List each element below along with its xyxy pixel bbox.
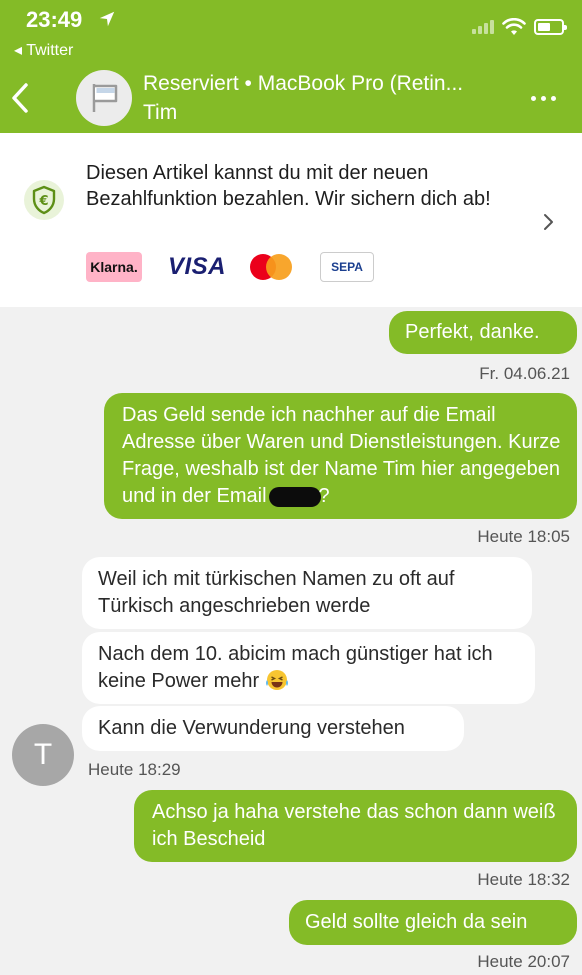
message-sent[interactable]: Perfekt, danke. [389, 311, 577, 354]
sepa-logo: SEPA [320, 252, 375, 282]
signal-icon [472, 20, 494, 34]
message-sent[interactable]: Achso ja haha verstehe das schon dann we… [134, 790, 577, 862]
conversation-title[interactable]: Reserviert • MacBook Pro (Retin... [143, 72, 463, 96]
message-time: Heute 20:07 [477, 952, 570, 971]
chevron-right-icon[interactable] [542, 212, 556, 232]
mastercard-logo [250, 253, 294, 281]
visa-logo: VISA [168, 253, 227, 280]
back-to-app-link[interactable]: ◂ Twitter [14, 40, 73, 60]
redacted-mark [268, 486, 321, 507]
message-sent[interactable]: Geld sollte gleich da sein [289, 900, 577, 945]
wifi-icon [502, 18, 526, 35]
chat-header: 23:49 ◂ Twitter Reserviert • MacBook Pro… [0, 0, 582, 133]
more-icon[interactable] [531, 96, 556, 101]
message-text: Weil ich mit türkischen Namen zu oft auf… [98, 568, 455, 617]
back-chevron-icon[interactable] [8, 80, 34, 116]
message-text-end: ? [318, 485, 330, 507]
message-received[interactable]: Weil ich mit türkischen Namen zu oft auf… [82, 557, 532, 629]
svg-text:€: € [38, 194, 48, 209]
message-time: Heute 18:05 [477, 527, 570, 546]
message-date: Fr. 04.06.21 [479, 364, 570, 383]
battery-icon [534, 19, 567, 35]
klarna-logo: Klarna. [86, 252, 142, 282]
conversation-partner-name: Tim [143, 101, 178, 124]
status-indicators [472, 18, 567, 36]
message-sent[interactable]: Das Geld sende ich nachher auf die Email… [104, 393, 577, 519]
message-received[interactable]: Kann die Verwunderung verstehen [82, 706, 464, 751]
message-time: Heute 18:32 [477, 870, 570, 889]
laughing-emoji-icon [265, 670, 288, 690]
message-text: Kann die Verwunderung verstehen [98, 717, 405, 739]
message-text: Das Geld sende ich nachher auf die Email… [122, 404, 561, 507]
message-text: Geld sollte gleich da sein [305, 911, 528, 933]
message-received[interactable]: Nach dem 10. abicim mach günstiger hat i… [82, 632, 535, 704]
message-text: Achso ja haha verstehe das schon dann we… [152, 801, 556, 850]
status-time: 23:49 [26, 7, 83, 32]
avatar[interactable]: T [12, 724, 74, 786]
euro-shield-icon: € [24, 180, 64, 220]
listing-avatar[interactable] [76, 70, 132, 126]
payment-methods: Klarna. VISA SEPA [86, 251, 375, 283]
location-arrow-icon [99, 11, 115, 27]
flag-icon [92, 84, 118, 112]
message-time: Heute 18:29 [88, 760, 181, 779]
message-text: Perfekt, danke. [405, 321, 540, 343]
banner-text: Diesen Artikel kannst du mit der neuen B… [86, 162, 491, 210]
message-text: Nach dem 10. abicim mach günstiger hat i… [98, 643, 493, 692]
